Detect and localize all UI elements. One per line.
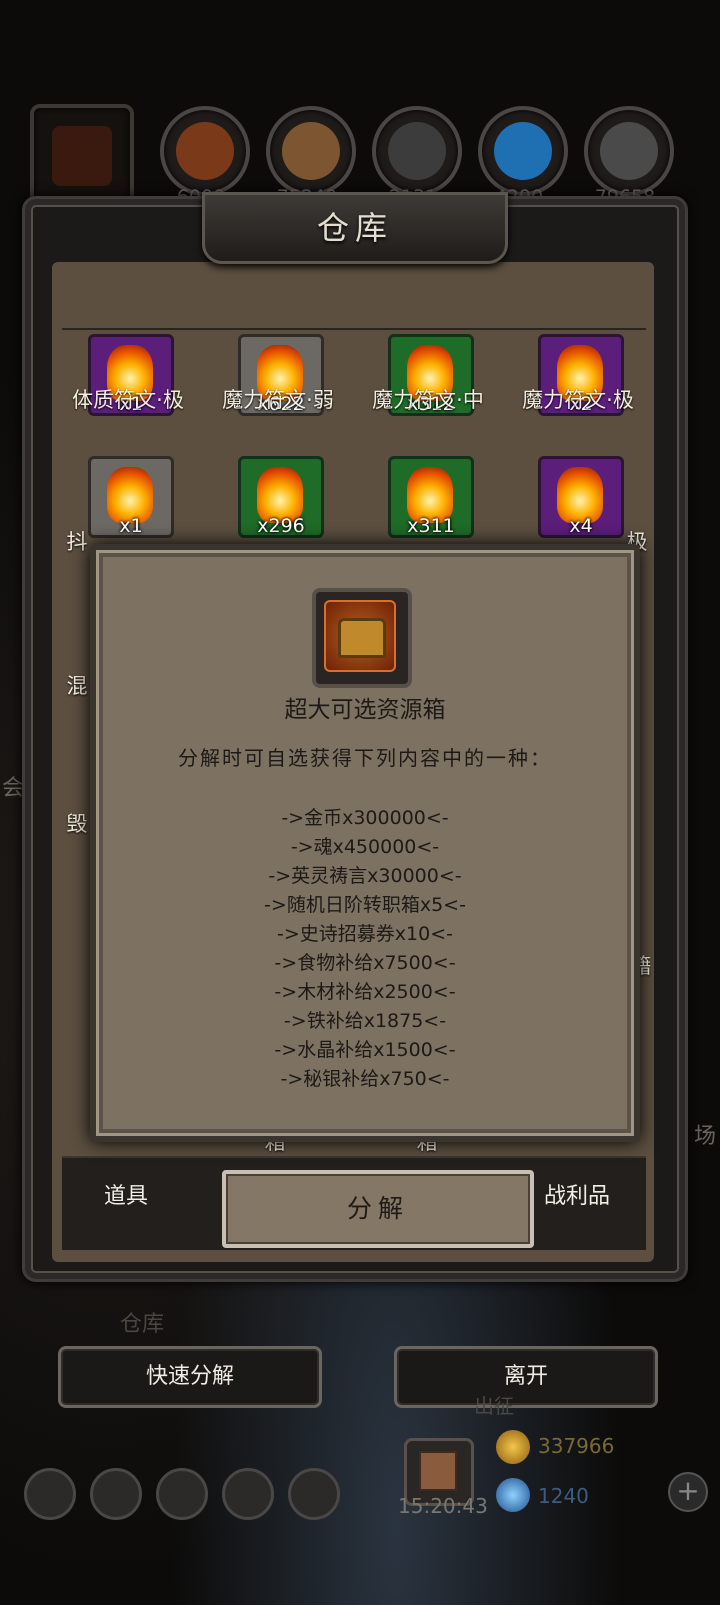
reward-option: ->史诗招募券x10<- xyxy=(277,923,453,945)
side-label-right: 场 xyxy=(694,1124,717,1149)
side-label-left: 会 xyxy=(2,776,25,801)
dialog-title: 超大可选资源箱 xyxy=(284,697,446,723)
reward-option: ->金币x300000<- xyxy=(281,807,449,829)
item-qty: x296 xyxy=(257,515,305,537)
item-qty: x1 xyxy=(119,515,143,537)
reward-option: ->英灵祷言x30000<- xyxy=(268,865,462,887)
item-card[interactable]: x4 xyxy=(538,456,624,538)
map-icon[interactable] xyxy=(288,1468,340,1520)
reward-option: ->魂x450000<- xyxy=(290,836,440,858)
gold-coin-icon xyxy=(496,1430,530,1464)
item-name: 魔力符文·弱 xyxy=(222,388,334,412)
item-detail-dialog: 超大可选资源箱 分解时可自选获得下列内容中的一种： ->金币x300000<- … xyxy=(90,544,640,1142)
crystal-icon[interactable] xyxy=(478,106,568,196)
item-card[interactable]: x311 xyxy=(388,456,474,538)
reward-option: ->秘银补给x750<- xyxy=(280,1068,450,1090)
reward-option: ->随机日阶转职箱x5<- xyxy=(264,894,466,916)
tab-loot[interactable]: 战利品 xyxy=(544,1178,610,1210)
gift-timer: 15:20:43 xyxy=(398,1494,488,1518)
food-icon[interactable] xyxy=(160,106,250,196)
leave-button[interactable]: 离开 xyxy=(394,1346,658,1408)
item-name-partial: 混 xyxy=(66,674,88,698)
item-qty: x311 xyxy=(407,515,455,537)
warehouse-label-behind: 仓库 xyxy=(120,1312,165,1337)
treasure-chest-icon xyxy=(312,588,412,688)
tab-decompose[interactable]: 分解 xyxy=(222,1170,534,1248)
dialog-description: 分解时可自选获得下列内容中的一种： xyxy=(178,746,552,770)
reward-option: ->食物补给x7500<- xyxy=(274,952,456,974)
item-card[interactable]: x1 xyxy=(88,456,174,538)
settings-icon[interactable] xyxy=(24,1468,76,1520)
add-currency-icon[interactable]: + xyxy=(668,1472,708,1512)
gold-amount: 337966 xyxy=(538,1434,615,1458)
mithril-icon[interactable] xyxy=(584,106,674,196)
title-plate: 仓库 xyxy=(202,192,508,264)
item-name-partial: 毁 xyxy=(66,812,88,836)
item-name: 魔力符文·极 xyxy=(522,388,634,412)
item-name: 魔力符文·中 xyxy=(372,388,484,412)
formation-icon[interactable] xyxy=(156,1468,208,1520)
item-name: 体质符文·极 xyxy=(72,388,184,412)
tab-decompose-label: 分解 xyxy=(346,1194,409,1223)
quick-decompose-button[interactable]: 快速分解 xyxy=(58,1346,322,1408)
tab-bar: 道具 分解 战利品 xyxy=(62,1156,646,1250)
character-portrait-icon[interactable] xyxy=(30,104,134,208)
window-title: 仓库 xyxy=(316,209,393,247)
tab-items[interactable]: 道具 xyxy=(104,1178,148,1210)
reward-option: ->木材补给x2500<- xyxy=(274,981,456,1003)
reward-option: ->水晶补给x1500<- xyxy=(274,1039,456,1061)
reward-option: ->铁补给x1875<- xyxy=(283,1010,447,1032)
resource-bar: 6000 75249 2131 4290 79658 xyxy=(30,104,690,208)
mail-icon[interactable] xyxy=(222,1468,274,1520)
gem-amount: 1240 xyxy=(538,1484,589,1508)
iron-icon[interactable] xyxy=(372,106,462,196)
hero-icon[interactable] xyxy=(90,1468,142,1520)
reward-options: ->金币x300000<- ->魂x450000<- ->英灵祷言x30000<… xyxy=(96,804,634,1094)
item-name-partial: 抖 xyxy=(66,530,88,554)
wood-icon[interactable] xyxy=(266,106,356,196)
gem-icon xyxy=(496,1478,530,1512)
item-card[interactable]: x296 xyxy=(238,456,324,538)
item-qty: x4 xyxy=(569,515,593,537)
march-label-behind: 出征 xyxy=(474,1394,514,1418)
divider xyxy=(62,328,646,330)
